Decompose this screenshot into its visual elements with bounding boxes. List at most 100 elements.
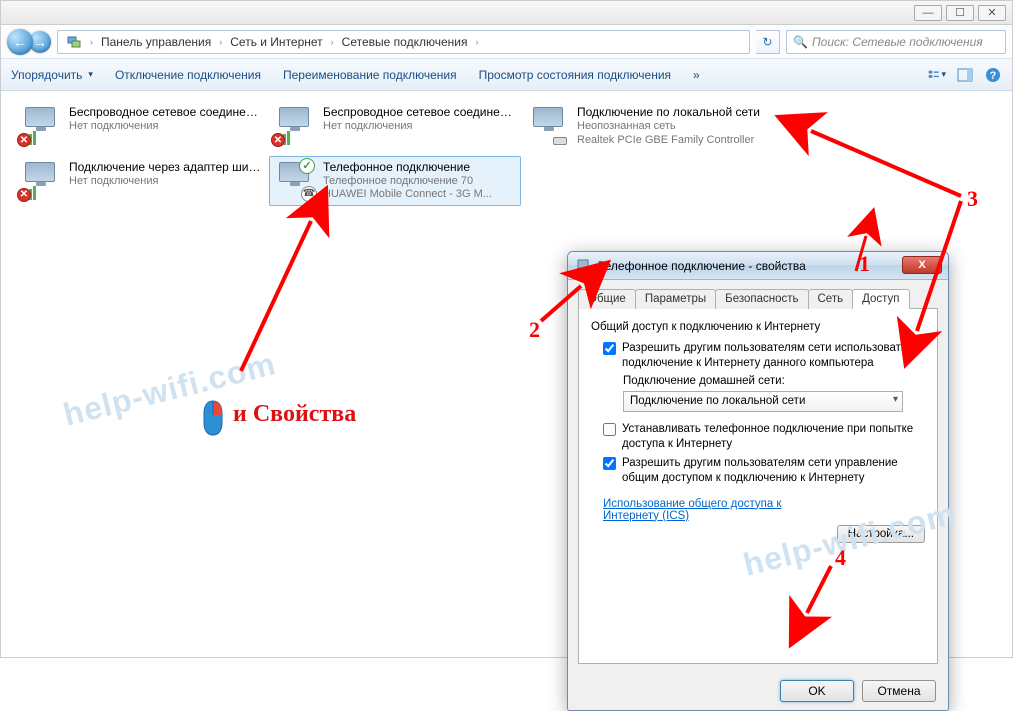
close-icon: ✕ xyxy=(987,6,996,19)
dialog-footer: OK Отмена xyxy=(568,672,948,710)
connection-status: Нет подключения xyxy=(69,120,261,134)
connections-list: ✕ Беспроводное сетевое соединение Нет по… xyxy=(15,101,998,210)
view-mode-button[interactable] xyxy=(928,66,946,84)
allow-sharing-label: Разрешить другим пользователям сети испо… xyxy=(622,341,925,371)
connection-title: Телефонное подключение xyxy=(323,160,492,175)
settings-button[interactable]: Настройка... xyxy=(837,525,925,543)
home-network-label: Подключение домашней сети: xyxy=(623,375,925,387)
connection-wifi-3[interactable]: ✕ Беспроводное сетевое соединение 3 Нет … xyxy=(269,101,521,152)
view-status-button[interactable]: Просмотр состояния подключения xyxy=(479,68,671,82)
lan-icon xyxy=(529,105,569,145)
maximize-icon: ☐ xyxy=(955,6,965,19)
connection-device: HUAWEI Mobile Connect - 3G M... xyxy=(323,188,492,202)
help-button[interactable]: ? xyxy=(984,66,1002,84)
annotation-properties-text: и Свойства xyxy=(233,401,356,428)
annotation-2: 2 xyxy=(529,317,540,343)
content-area: ✕ Беспроводное сетевое соединение Нет по… xyxy=(1,91,1012,657)
watermark: help-wifi.com xyxy=(60,345,280,434)
phone-icon: ☎ xyxy=(301,186,317,202)
establish-dial-label: Устанавливать телефонное подключение при… xyxy=(622,422,925,452)
connection-lan[interactable]: Подключение по локальной сети Неопознанн… xyxy=(523,101,775,152)
tab-options[interactable]: Параметры xyxy=(635,289,716,309)
dialog-titlebar: Телефонное подключение - свойства X xyxy=(568,252,948,280)
arrow-left-icon: ← xyxy=(13,34,27,50)
crumb-control-panel[interactable]: Панель управления xyxy=(97,31,215,53)
connection-dialup[interactable]: ✓ ☎ Телефонное подключение Телефонное по… xyxy=(269,156,521,207)
disabled-x-icon: ✕ xyxy=(17,188,31,202)
home-network-combo[interactable]: Подключение по локальной сети xyxy=(623,391,903,412)
tab-panel-sharing: Общий доступ к подключению к Интернету Р… xyxy=(578,309,938,664)
organize-label: Упорядочить xyxy=(11,68,82,82)
search-placeholder: Поиск: Сетевые подключения xyxy=(812,35,983,49)
arrow-right-icon: → xyxy=(33,34,47,50)
more-commands[interactable]: » xyxy=(693,68,700,82)
crumb-network-internet[interactable]: Сеть и Интернет xyxy=(226,31,326,53)
ics-group-label: Общий доступ к подключению к Интернету xyxy=(591,321,925,333)
preview-pane-button[interactable] xyxy=(956,66,974,84)
tab-network[interactable]: Сеть xyxy=(808,289,854,309)
establish-dial-checkbox[interactable] xyxy=(603,423,616,436)
rename-label: Переименование подключения xyxy=(283,68,457,82)
crumb-network-connections[interactable]: Сетевые подключения xyxy=(338,31,472,53)
tab-sharing[interactable]: Доступ xyxy=(852,289,909,309)
connection-title: Подключение по локальной сети xyxy=(577,105,760,120)
connection-status: Телефонное подключение 70 xyxy=(323,175,492,189)
dialog-icon xyxy=(576,258,592,274)
disabled-x-icon: ✕ xyxy=(271,133,285,147)
nav-arrows: ← → xyxy=(7,29,51,55)
search-input[interactable]: 🔍 Поиск: Сетевые подключения xyxy=(786,30,1006,54)
connection-status: Неопознанная сеть xyxy=(577,120,760,134)
search-icon: 🔍 xyxy=(793,35,808,49)
refresh-icon: ↻ xyxy=(762,35,772,49)
disable-label: Отключение подключения xyxy=(115,68,261,82)
address-bar: ← → › Панель управления › Сеть и Интерне… xyxy=(1,25,1012,59)
dialog-title: Телефонное подключение - свойства xyxy=(598,259,806,273)
connected-check-icon: ✓ xyxy=(299,158,315,174)
command-bar: Упорядочить Отключение подключения Переи… xyxy=(1,59,1012,91)
breadcrumb-sep: › xyxy=(329,37,336,47)
svg-text:?: ? xyxy=(990,70,997,82)
refresh-button[interactable]: ↻ xyxy=(756,30,780,54)
connection-status: Нет подключения xyxy=(69,175,261,189)
window-titlebar: — ☐ ✕ xyxy=(1,1,1012,25)
ok-button[interactable]: OK xyxy=(780,680,854,702)
rename-connection-button[interactable]: Переименование подключения xyxy=(283,68,457,82)
allow-control-checkbox[interactable] xyxy=(603,457,616,470)
connection-title: Подключение через адаптер широкополосной… xyxy=(69,160,261,175)
cancel-button[interactable]: Отмена xyxy=(862,680,936,702)
help-icon: ? xyxy=(985,67,1001,83)
allow-sharing-checkbox[interactable] xyxy=(603,342,616,355)
maximize-button[interactable]: ☐ xyxy=(946,5,974,21)
organize-menu[interactable]: Упорядочить xyxy=(11,68,93,82)
breadcrumb-bar[interactable]: › Панель управления › Сеть и Интернет › … xyxy=(57,30,750,54)
breadcrumb-sep: › xyxy=(217,37,224,47)
disable-connection-button[interactable]: Отключение подключения xyxy=(115,68,261,82)
tab-security[interactable]: Безопасность xyxy=(715,289,808,309)
wifi-icon: ✕ xyxy=(275,105,315,145)
pane-icon xyxy=(957,68,973,82)
disabled-x-icon: ✕ xyxy=(17,133,31,147)
ics-help-link[interactable]: Использование общего доступа к Интернету… xyxy=(603,498,803,522)
dialup-icon: ✓ ☎ xyxy=(275,160,315,200)
close-icon: X xyxy=(918,259,925,271)
connection-wifi-1[interactable]: ✕ Беспроводное сетевое соединение Нет по… xyxy=(15,101,267,152)
connection-wwan[interactable]: ✕ Подключение через адаптер широкополосн… xyxy=(15,156,267,207)
minimize-icon: — xyxy=(923,7,934,19)
minimize-button[interactable]: — xyxy=(914,5,942,21)
close-button[interactable]: ✕ xyxy=(978,5,1006,21)
breadcrumb-sep: › xyxy=(473,37,480,47)
more-label: » xyxy=(693,68,700,82)
tab-strip: Общие Параметры Безопасность Сеть Доступ xyxy=(578,288,938,309)
back-button[interactable]: ← xyxy=(7,29,33,55)
wifi-icon: ✕ xyxy=(21,105,61,145)
view-status-label: Просмотр состояния подключения xyxy=(479,68,671,82)
properties-dialog: Телефонное подключение - свойства X Общи… xyxy=(567,251,949,711)
view-icon xyxy=(928,68,939,82)
dialog-close-button[interactable]: X xyxy=(902,256,942,274)
combo-value: Подключение по локальной сети xyxy=(630,395,805,407)
connection-title: Беспроводное сетевое соединение xyxy=(69,105,261,120)
network-icon xyxy=(66,34,82,50)
wwan-icon: ✕ xyxy=(21,160,61,200)
connection-status: Нет подключения xyxy=(323,120,515,134)
tab-general[interactable]: Общие xyxy=(578,289,636,309)
